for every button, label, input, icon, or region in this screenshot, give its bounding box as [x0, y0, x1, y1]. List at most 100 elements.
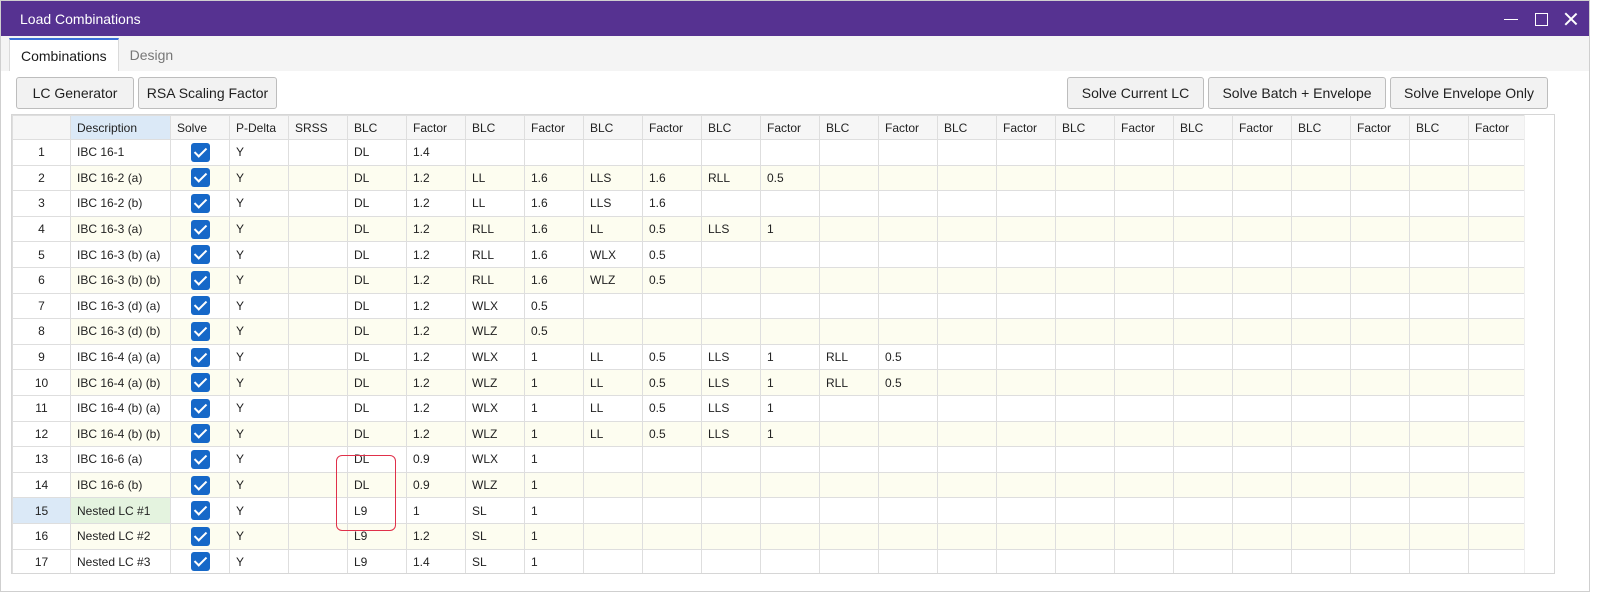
- blc-cell[interactable]: WLX: [583, 241, 643, 268]
- factor-cell[interactable]: 1.2: [406, 394, 466, 422]
- factor-cell[interactable]: [1468, 394, 1528, 422]
- pdelta-cell[interactable]: Y: [229, 215, 289, 243]
- srss-cell[interactable]: [288, 139, 348, 166]
- solve-cell[interactable]: [170, 292, 230, 320]
- factor-cell[interactable]: [1232, 369, 1292, 396]
- blc-cell[interactable]: [1055, 446, 1115, 473]
- pdelta-cell[interactable]: Y: [229, 420, 289, 448]
- factor-cell[interactable]: 1.4: [406, 139, 466, 166]
- solve-cell[interactable]: [170, 266, 230, 294]
- blc-cell[interactable]: DL: [347, 215, 407, 243]
- factor-cell[interactable]: [1468, 215, 1528, 243]
- blc-cell[interactable]: [1409, 394, 1469, 422]
- table-row[interactable]: 16 Nested LC #2 Y L9 1.2 SL 1: [12, 522, 1528, 550]
- blc-cell[interactable]: [819, 446, 879, 473]
- blc-cell[interactable]: WLZ: [465, 420, 525, 448]
- factor-cell[interactable]: 1.2: [406, 369, 466, 396]
- pdelta-cell[interactable]: Y: [229, 190, 289, 217]
- factor-cell[interactable]: [878, 266, 938, 294]
- factor-cell[interactable]: [1232, 497, 1292, 524]
- column-header-blc[interactable]: BLC: [1291, 115, 1351, 140]
- blc-cell[interactable]: WLX: [465, 446, 525, 473]
- description-cell[interactable]: IBC 16-1: [70, 139, 171, 166]
- blc-cell[interactable]: [1173, 266, 1233, 294]
- blc-cell[interactable]: [1055, 343, 1115, 371]
- description-cell[interactable]: IBC 16-4 (b) (a): [70, 394, 171, 422]
- pdelta-cell[interactable]: Y: [229, 394, 289, 422]
- factor-cell[interactable]: [760, 190, 820, 217]
- blc-cell[interactable]: [1055, 394, 1115, 422]
- factor-cell[interactable]: 1.2: [406, 420, 466, 448]
- factor-cell[interactable]: [642, 318, 702, 345]
- factor-cell[interactable]: 0.5: [878, 369, 938, 396]
- row-number[interactable]: 14: [12, 471, 71, 499]
- solve-cell[interactable]: [170, 369, 230, 396]
- blc-cell[interactable]: [1173, 369, 1233, 396]
- row-number[interactable]: 9: [12, 343, 71, 371]
- factor-cell[interactable]: [1114, 241, 1174, 268]
- blc-cell[interactable]: DL: [347, 164, 407, 192]
- factor-cell[interactable]: [1350, 318, 1410, 345]
- blc-cell[interactable]: [819, 164, 879, 192]
- blc-cell[interactable]: RLL: [465, 215, 525, 243]
- column-header-blc[interactable]: BLC: [1173, 115, 1233, 140]
- factor-cell[interactable]: [1232, 241, 1292, 268]
- factor-cell[interactable]: 0.5: [642, 241, 702, 268]
- column-header-blc[interactable]: BLC: [937, 115, 997, 140]
- column-header-factor[interactable]: Factor: [1350, 115, 1410, 140]
- factor-cell[interactable]: [1350, 343, 1410, 371]
- factor-cell[interactable]: [878, 215, 938, 243]
- blc-cell[interactable]: LL: [465, 190, 525, 217]
- factor-cell[interactable]: [996, 318, 1056, 345]
- blc-cell[interactable]: [1055, 318, 1115, 345]
- blc-cell[interactable]: [1291, 164, 1351, 192]
- factor-cell[interactable]: [1114, 394, 1174, 422]
- description-cell[interactable]: IBC 16-3 (a): [70, 215, 171, 243]
- factor-cell[interactable]: 1.6: [642, 190, 702, 217]
- srss-cell[interactable]: [288, 497, 348, 524]
- factor-cell[interactable]: [1350, 139, 1410, 166]
- factor-cell[interactable]: [996, 394, 1056, 422]
- blc-cell[interactable]: L9: [347, 548, 407, 573]
- factor-cell[interactable]: [996, 446, 1056, 473]
- blc-cell[interactable]: [1291, 318, 1351, 345]
- blc-cell[interactable]: [1173, 471, 1233, 499]
- factor-cell[interactable]: [878, 548, 938, 573]
- factor-cell[interactable]: 1.6: [524, 215, 584, 243]
- factor-cell[interactable]: [1350, 241, 1410, 268]
- blc-cell[interactable]: [1173, 139, 1233, 166]
- factor-cell[interactable]: 1.6: [524, 241, 584, 268]
- factor-cell[interactable]: [996, 241, 1056, 268]
- table-row[interactable]: 11 IBC 16-4 (b) (a) Y DL 1.2 WLX 1 LL 0.5 LLS 1: [12, 394, 1528, 422]
- table-row[interactable]: 1 IBC 16-1 Y DL 1.4: [12, 139, 1528, 166]
- blc-cell[interactable]: [701, 497, 761, 524]
- factor-cell[interactable]: [1114, 139, 1174, 166]
- blc-cell[interactable]: [1291, 292, 1351, 320]
- column-header-blc[interactable]: BLC: [347, 115, 407, 140]
- blc-cell[interactable]: DL: [347, 318, 407, 345]
- srss-cell[interactable]: [288, 394, 348, 422]
- blc-cell[interactable]: [1055, 497, 1115, 524]
- factor-cell[interactable]: [1232, 190, 1292, 217]
- factor-cell[interactable]: [1114, 164, 1174, 192]
- blc-cell[interactable]: [1291, 215, 1351, 243]
- srss-cell[interactable]: [288, 420, 348, 448]
- factor-cell[interactable]: [1114, 522, 1174, 550]
- column-header-blc[interactable]: BLC: [819, 115, 879, 140]
- factor-cell[interactable]: [996, 497, 1056, 524]
- blc-cell[interactable]: [937, 497, 997, 524]
- blc-cell[interactable]: [1173, 420, 1233, 448]
- solve-checkbox[interactable]: [190, 193, 210, 213]
- blc-cell[interactable]: SL: [465, 522, 525, 550]
- factor-cell[interactable]: [1232, 343, 1292, 371]
- blc-cell[interactable]: [1055, 369, 1115, 396]
- factor-cell[interactable]: [760, 318, 820, 345]
- factor-cell[interactable]: 1.6: [524, 164, 584, 192]
- blc-cell[interactable]: LL: [583, 369, 643, 396]
- factor-cell[interactable]: [878, 164, 938, 192]
- factor-cell[interactable]: 1.6: [524, 190, 584, 217]
- blc-cell[interactable]: [1291, 497, 1351, 524]
- blc-cell[interactable]: RLL: [465, 266, 525, 294]
- blc-cell[interactable]: [1173, 446, 1233, 473]
- srss-cell[interactable]: [288, 190, 348, 217]
